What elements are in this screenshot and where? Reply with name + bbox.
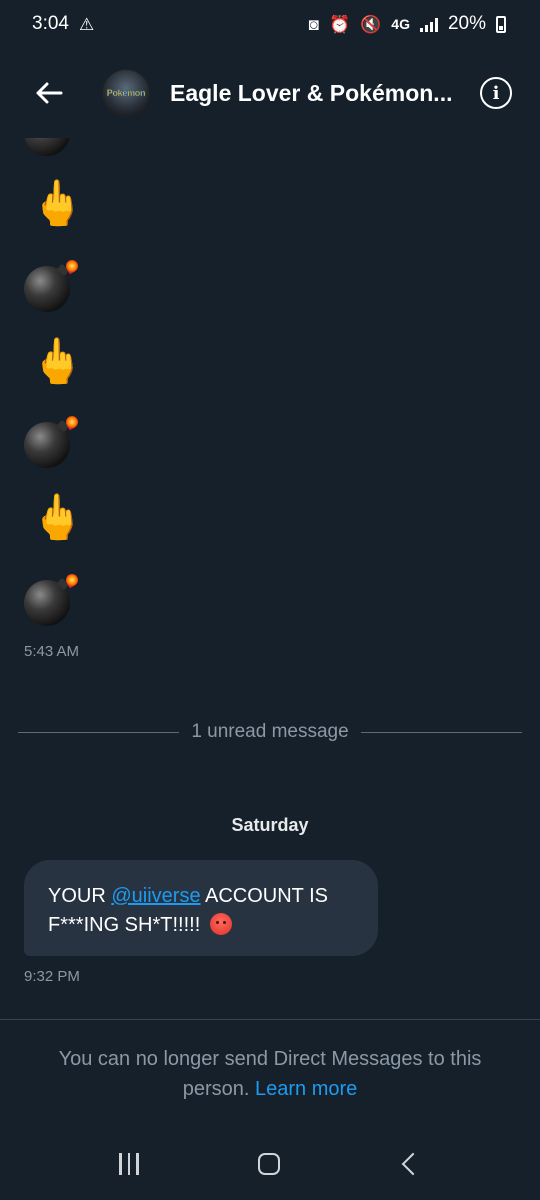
signal-icon <box>419 16 438 32</box>
conversation-title[interactable]: Eagle Lover & Pokémon... <box>170 80 475 107</box>
system-nav-bar <box>0 1128 540 1200</box>
home-button[interactable] <box>257 1153 280 1175</box>
divider-line <box>360 731 523 733</box>
message-bubble[interactable]: YOUR @uiiverse ACCOUNT IS F***ING SH*T!!… <box>24 860 378 956</box>
info-icon: i <box>492 82 500 104</box>
battery-percent: 20% <box>447 13 486 34</box>
emoji-message: 🖕 <box>30 179 85 228</box>
emoji-message: 🖕 <box>30 493 85 542</box>
system-back-button[interactable] <box>401 1152 424 1176</box>
learn-more-link[interactable]: Learn more <box>255 1078 357 1100</box>
message-text-prefix: YOUR <box>48 885 112 907</box>
info-button[interactable]: i <box>480 77 512 109</box>
mention-link[interactable]: @uiiverse <box>111 885 200 907</box>
avatar[interactable]: Pokémon <box>102 69 150 117</box>
warning-icon: ⚠ <box>78 14 95 34</box>
dm-disabled-notice: You can no longer send Direct Messages t… <box>30 1044 510 1104</box>
unread-label: 1 unread message <box>191 721 349 742</box>
battery-icon <box>496 15 506 33</box>
bomb-emoji <box>24 413 81 468</box>
angry-face-icon <box>209 913 232 935</box>
back-button[interactable] <box>34 78 64 108</box>
message-timestamp: 5:43 AM <box>24 643 80 660</box>
status-left: 3:04 ⚠ <box>32 13 94 35</box>
message-timestamp: 9:32 PM <box>24 968 80 985</box>
divider-line <box>18 731 180 733</box>
network-label: 4G <box>391 16 410 32</box>
notification-icon: ◙ <box>308 14 319 34</box>
conversation-header: Pokémon Eagle Lover & Pokémon... i <box>0 48 540 138</box>
footer-divider <box>0 1019 540 1020</box>
bomb-emoji <box>24 257 81 312</box>
status-right: ◙ ⏰ 🔇 4G 20% <box>309 13 506 35</box>
status-time: 3:04 <box>32 13 69 34</box>
recent-apps-button[interactable] <box>119 1153 139 1175</box>
avatar-logo: Pokémon <box>106 88 146 99</box>
day-label: Saturday <box>231 815 309 835</box>
unread-divider: 1 unread message <box>18 720 523 744</box>
alarm-icon: ⏰ <box>328 14 351 34</box>
status-bar: 3:04 ⚠ ◙ ⏰ 🔇 4G 20% <box>0 0 540 48</box>
bomb-emoji <box>24 571 81 626</box>
emoji-message: 🖕 <box>30 337 85 386</box>
mute-icon: 🔇 <box>360 14 382 34</box>
arrow-left-icon <box>36 82 63 104</box>
